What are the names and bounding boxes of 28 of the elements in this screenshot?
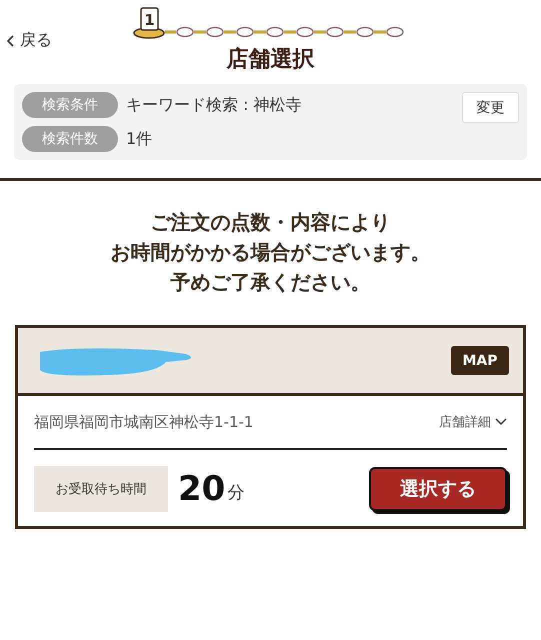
- wait-time-label: お受取待ち時間: [34, 466, 168, 512]
- label-pill: 検索件数: [22, 126, 118, 152]
- store-address: 福岡県福岡市城南区神松寺1-1-1: [34, 412, 254, 432]
- wait-time-unit: 分: [227, 482, 244, 504]
- page-title: 店舗選択: [225, 46, 316, 74]
- store-details-link[interactable]: 店舗詳細: [439, 413, 507, 431]
- progress-track-segment: [254, 30, 266, 34]
- progress-track-segment: [165, 30, 176, 34]
- summary-value: キーワード検索 : 神松寺: [126, 94, 302, 116]
- progress-track-segment: [224, 30, 236, 34]
- step-number: 1: [144, 11, 155, 29]
- notice-text: 予めご了承ください。: [170, 269, 370, 295]
- progress-track-segment: [194, 30, 206, 34]
- progress-track-segment: [344, 30, 356, 34]
- notice-text: ご注文の点数・内容により: [150, 209, 390, 235]
- notice-text: お時間がかかる場合がございます。: [110, 239, 430, 265]
- progress-track-segment: [284, 30, 296, 34]
- back-link[interactable]: 戻る: [6, 30, 52, 51]
- chevron-down-icon: [495, 418, 507, 426]
- chevron-left-icon: [6, 34, 16, 48]
- summary-value: 1件: [126, 128, 152, 150]
- progress-track-segment: [374, 30, 386, 34]
- progress-track-segment: [314, 30, 326, 34]
- select-button[interactable]: 選択する: [369, 467, 507, 511]
- map-button[interactable]: MAP: [451, 346, 509, 375]
- change-button[interactable]: 変更: [462, 92, 519, 123]
- wait-time-value: 20: [178, 469, 226, 509]
- label-pill: 検索条件: [22, 92, 118, 118]
